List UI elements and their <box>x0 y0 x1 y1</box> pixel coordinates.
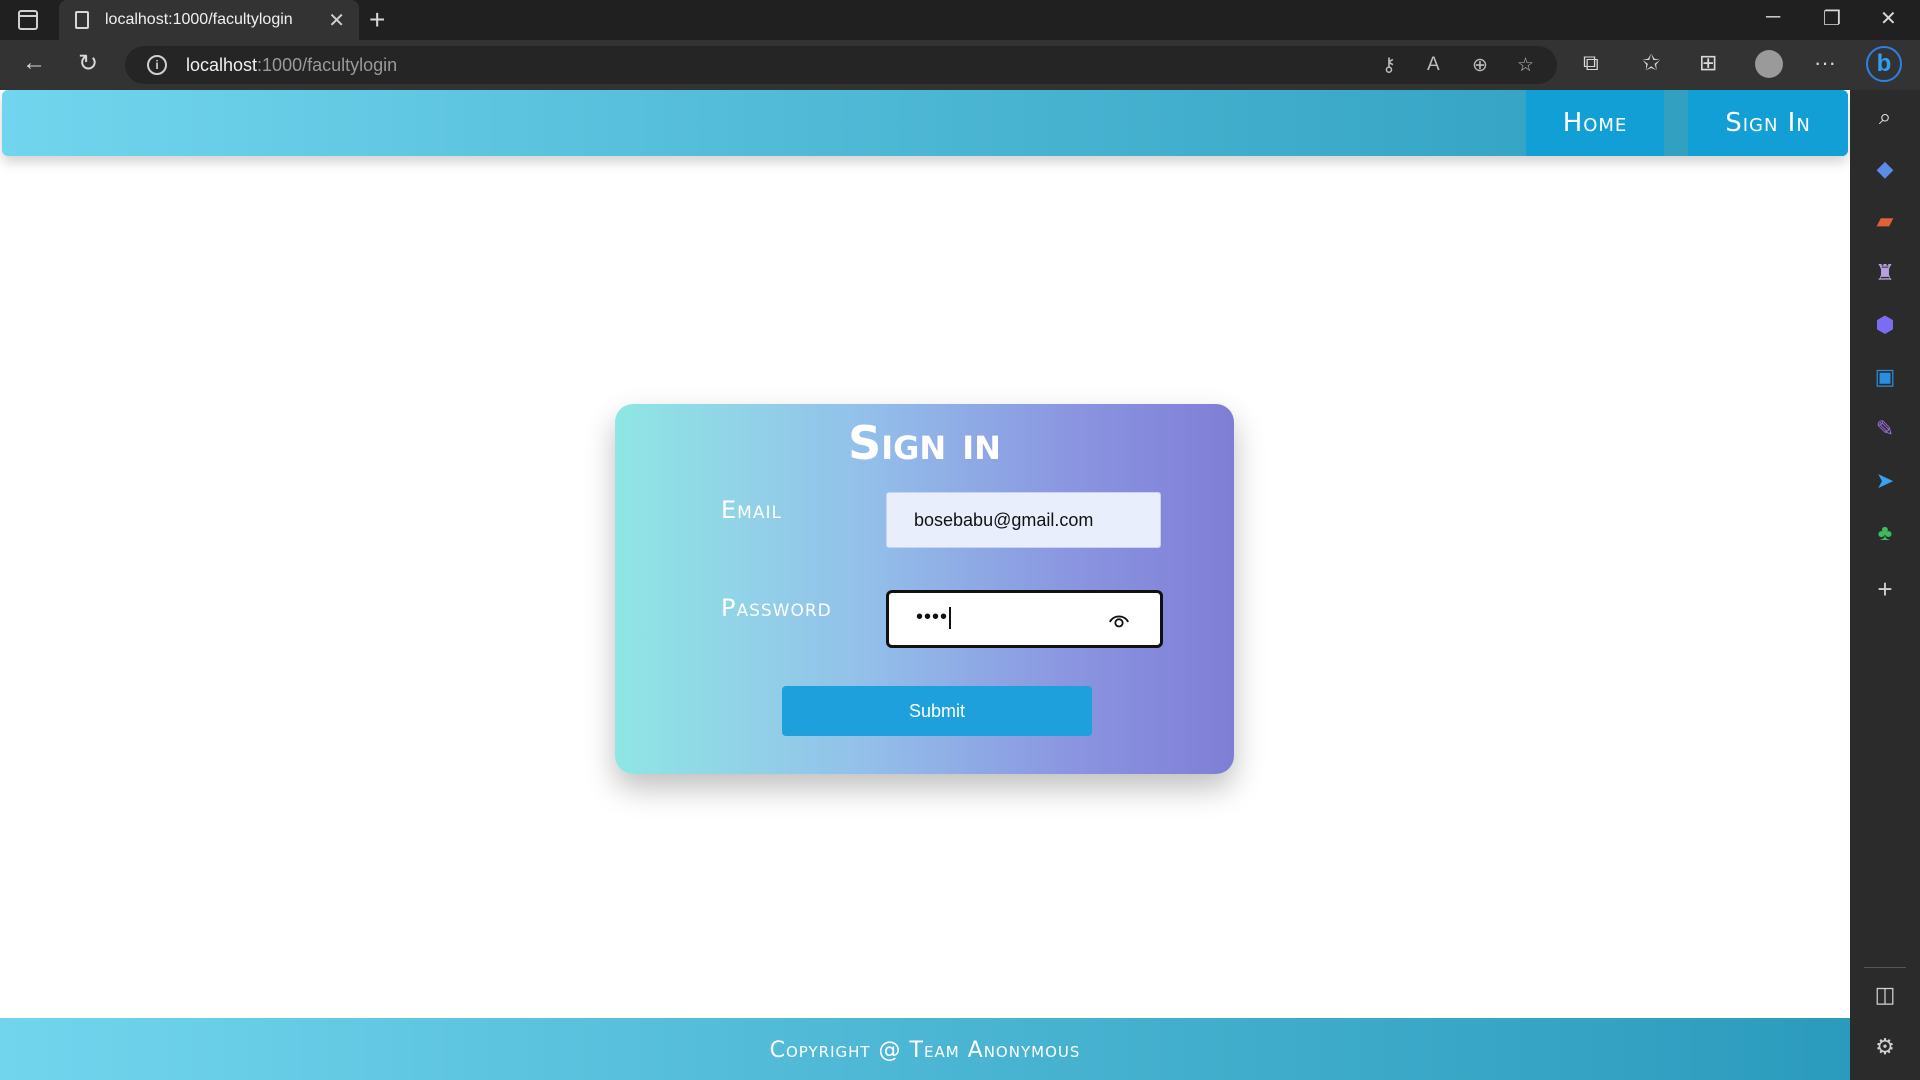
bing-icon[interactable]: b <box>1866 46 1902 82</box>
edge-sidebar: ⌕ ◆ ▰ ♜ ⬢ ▣ ✎ ➤ ♣ + ◫ ⚙ <box>1850 90 1920 1080</box>
close-tab-icon[interactable]: ✕ <box>328 8 345 33</box>
favorites-icon[interactable]: ✩ <box>1642 50 1660 76</box>
window-close-button[interactable]: ✕ <box>1880 6 1897 31</box>
email-field[interactable]: bosebabu@gmail.com <box>886 492 1161 548</box>
zoom-icon[interactable]: ⊕ <box>1472 54 1488 77</box>
browser-tab-bar: localhost:1000/facultylogin ✕ + ─ ❐ ✕ <box>0 0 1920 40</box>
tab-actions-icon[interactable] <box>18 10 38 30</box>
restore-button[interactable]: ❐ <box>1823 6 1841 31</box>
nav-signin-link[interactable]: Sign In <box>1688 90 1848 156</box>
copyright-text: Copyright @ Team Anonymous <box>769 1038 1081 1063</box>
url-text[interactable]: localhost:1000/facultylogin <box>186 55 397 76</box>
settings-icon[interactable]: ⚙ <box>1850 1034 1920 1060</box>
briefcase-icon[interactable]: ▰ <box>1850 208 1920 234</box>
more-options-icon[interactable]: ··· <box>1814 50 1836 76</box>
collections-icon[interactable]: ⊞ <box>1699 50 1717 76</box>
email-label: Email <box>721 496 782 524</box>
web-page: Home Sign In Sign in Email bosebabu@gmai… <box>0 90 1850 1080</box>
copilot-icon[interactable]: ⬢ <box>1850 312 1920 338</box>
address-bar[interactable]: i localhost:1000/facultylogin ⚷ A ⊕ ☆ <box>125 46 1557 84</box>
signin-title: Sign in <box>848 416 1001 470</box>
info-icon[interactable]: i <box>147 55 167 75</box>
outlook-icon[interactable]: ▣ <box>1850 364 1920 390</box>
tag-icon[interactable]: ◆ <box>1850 156 1920 182</box>
profile-avatar[interactable] <box>1755 50 1783 78</box>
tree-icon[interactable]: ♣ <box>1850 520 1920 546</box>
add-icon[interactable]: + <box>1850 574 1920 605</box>
signin-card: Sign in Email bosebabu@gmail.com Passwor… <box>615 404 1234 774</box>
browser-toolbar: ← ↻ i localhost:1000/facultylogin ⚷ A ⊕ … <box>0 40 1920 90</box>
password-field[interactable]: •••• <box>886 590 1163 648</box>
page-icon <box>75 11 89 29</box>
key-icon[interactable]: ⚷ <box>1382 54 1396 77</box>
site-footer: Copyright @ Team Anonymous <box>0 1018 1850 1080</box>
sidebar-divider <box>1864 967 1906 968</box>
chess-icon[interactable]: ♜ <box>1850 260 1920 286</box>
split-view-icon[interactable]: ◫ <box>1850 982 1920 1008</box>
site-navbar: Home Sign In <box>2 90 1848 156</box>
submit-button[interactable]: Submit <box>782 686 1092 736</box>
extensions-icon[interactable]: ⧉ <box>1583 50 1599 76</box>
new-tab-button[interactable]: + <box>369 4 385 36</box>
edit-icon[interactable]: ✎ <box>1850 416 1920 442</box>
tab-title: localhost:1000/facultylogin <box>105 11 293 28</box>
read-aloud-icon[interactable]: A <box>1427 54 1440 76</box>
add-favorite-icon[interactable]: ☆ <box>1517 54 1534 77</box>
browser-tab[interactable]: localhost:1000/facultylogin ✕ <box>59 0 359 40</box>
minimize-button[interactable]: ─ <box>1766 6 1780 29</box>
password-label: Password <box>721 594 832 622</box>
password-value: •••• <box>916 606 952 629</box>
send-icon[interactable]: ➤ <box>1850 468 1920 494</box>
reload-button[interactable]: ↻ <box>78 49 98 78</box>
eye-icon[interactable] <box>1108 610 1130 632</box>
search-icon[interactable]: ⌕ <box>1850 104 1920 130</box>
nav-home-link[interactable]: Home <box>1526 90 1664 156</box>
back-button[interactable]: ← <box>22 49 46 77</box>
